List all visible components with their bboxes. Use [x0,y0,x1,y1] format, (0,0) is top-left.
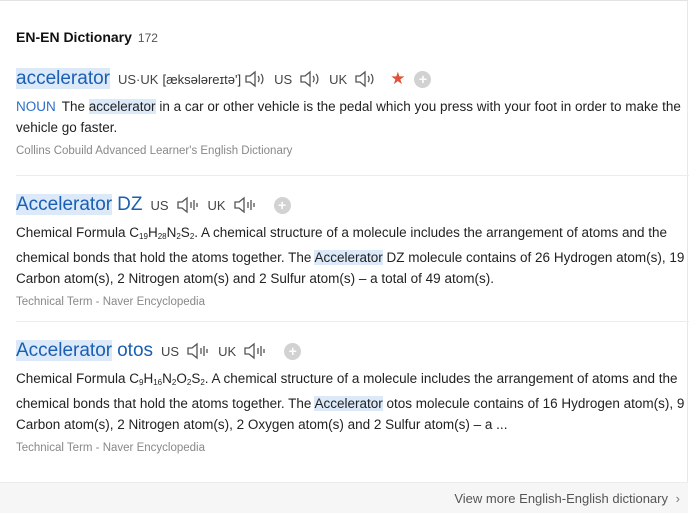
plus-icon[interactable]: + [273,196,291,214]
star-icon[interactable]: ★ [390,69,405,89]
highlight-term: Accelerator [314,250,383,265]
audio-label-us: US [150,197,169,213]
view-more-link[interactable]: View more English-English dictionary [454,491,668,506]
dictionary-entry: Accelerator DZ US UK + Chemical Formula … [16,192,684,308]
pronunciation: US UK [150,196,264,214]
result-count: 172 [137,31,158,45]
speaker-icon[interactable] [186,342,210,360]
speaker-icon[interactable] [244,70,266,88]
entry-headword-row: Accelerator otos US UK + [16,338,679,364]
speaker-icon[interactable] [243,342,267,360]
footer-bar: View more English-English dictionary › [0,482,688,513]
highlight-term: accelerator [88,99,156,114]
headword-suffix[interactable]: DZ [117,194,142,216]
headword-link[interactable]: Accelerator [16,194,113,216]
entry-source: Technical Term - Naver Encyclopedia [16,296,205,308]
chevron-right-icon[interactable]: › [676,491,680,506]
pronunciation: US·UK [æksələreɪtə'] US UK [118,70,384,88]
pron-label: US·UK [118,71,159,87]
headword-link[interactable]: accelerator [16,68,110,90]
audio-label-uk: UK [329,71,348,87]
ipa-text: [æksələreɪtə'] [162,71,242,87]
entry-headword-row: Accelerator DZ US UK + [16,192,679,218]
audio-label-us: US [274,71,293,87]
divider [16,175,689,176]
plus-icon[interactable]: + [284,342,302,360]
dictionary-title: EN-EN Dictionary [16,29,132,45]
dictionary-entry: accelerator US·UK [æksələreɪtə'] US UK ★… [16,66,681,157]
definition: Chemical Formula C19H28N2S2. A chemical … [16,225,685,286]
headword-suffix[interactable]: otos [117,340,153,362]
part-of-speech: NOUN [16,99,56,114]
audio-label-uk: UK [218,343,237,359]
speaker-icon[interactable] [233,196,257,214]
definition: NOUN The accelerator in a car or other ve… [16,99,681,135]
speaker-icon[interactable] [354,70,376,88]
highlight-term: Accelerator [314,396,383,411]
entry-headword-row: accelerator US·UK [æksələreɪtə'] US UK ★… [16,66,679,92]
audio-label-uk: UK [207,197,226,213]
plus-icon[interactable]: + [414,70,432,88]
dictionary-header: EN-EN Dictionary 172 [16,29,158,45]
divider [16,321,689,322]
speaker-icon[interactable] [176,196,200,214]
headword-link[interactable]: Accelerator [16,340,113,362]
audio-label-us: US [161,343,180,359]
pronunciation: US UK [161,342,275,360]
entry-source: Collins Cobuild Advanced Learner's Engli… [16,145,293,157]
speaker-icon[interactable] [299,70,321,88]
entry-source: Technical Term - Naver Encyclopedia [16,442,205,454]
dictionary-entry: Accelerator otos US UK + Chemical Formul… [16,338,684,454]
definition: Chemical Formula C9H16N2O2S2. A chemical… [16,371,685,432]
